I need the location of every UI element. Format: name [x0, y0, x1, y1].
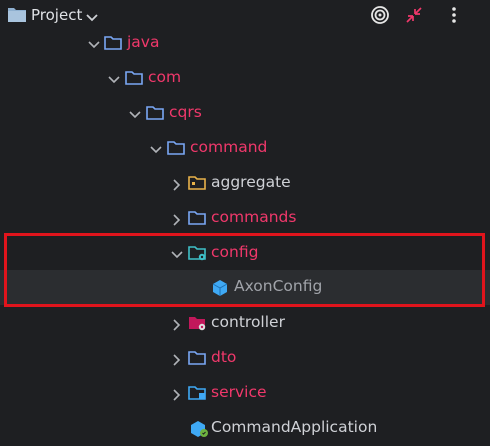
- tree-item-com[interactable]: com: [0, 61, 490, 96]
- folder-icon: [146, 105, 164, 121]
- tree-item-commandapplication[interactable]: CommandApplication: [0, 411, 490, 446]
- chevron-right-icon[interactable]: [171, 177, 183, 191]
- controller-folder-icon: [188, 315, 206, 331]
- chevron-down-icon[interactable]: [150, 142, 162, 154]
- chevron-right-icon[interactable]: [171, 352, 183, 366]
- tree-item-label: commands: [211, 208, 297, 226]
- tree-item-command[interactable]: command: [0, 131, 490, 166]
- tree-item-java[interactable]: java: [0, 26, 490, 61]
- chevron-down-icon[interactable]: [108, 72, 120, 84]
- tree-item-label: java: [127, 33, 160, 51]
- chevron-right-icon[interactable]: [171, 317, 183, 331]
- tree-item-service[interactable]: service: [0, 376, 490, 411]
- folder-icon: [188, 210, 206, 226]
- folder-icon: [167, 140, 185, 156]
- spring-boot-class-icon: [189, 420, 208, 437]
- project-folder-icon: [7, 6, 27, 28]
- folder-icon: [125, 70, 143, 86]
- tree-item-label: CommandApplication: [211, 418, 378, 436]
- chevron-right-icon[interactable]: [171, 387, 183, 401]
- tree-item-label: service: [211, 383, 267, 401]
- folder-icon: [188, 175, 206, 191]
- tree-item-label: command: [190, 138, 268, 156]
- tree-item-aggregate[interactable]: aggregate: [0, 166, 490, 201]
- tree-item-cqrs[interactable]: cqrs: [0, 96, 490, 131]
- tree-item-label: aggregate: [211, 173, 291, 191]
- project-title[interactable]: Project: [31, 6, 82, 24]
- folder-icon: [104, 35, 122, 51]
- tree-item-label: dto: [211, 348, 237, 366]
- chevron-right-icon[interactable]: [171, 212, 183, 226]
- highlight-annotation-box: [4, 233, 485, 307]
- tree-item-label: com: [148, 68, 182, 86]
- chevron-down-icon[interactable]: [86, 9, 98, 27]
- folder-icon: [188, 350, 206, 366]
- tree-item-controller[interactable]: controller: [0, 306, 490, 341]
- tree-item-dto[interactable]: dto: [0, 341, 490, 376]
- chevron-down-icon[interactable]: [129, 107, 141, 119]
- chevron-down-icon[interactable]: [88, 37, 100, 49]
- tree-item-label: controller: [211, 313, 285, 331]
- tree-item-label: cqrs: [169, 103, 202, 121]
- tree-item-commands[interactable]: commands: [0, 201, 490, 236]
- service-folder-icon: [188, 385, 206, 401]
